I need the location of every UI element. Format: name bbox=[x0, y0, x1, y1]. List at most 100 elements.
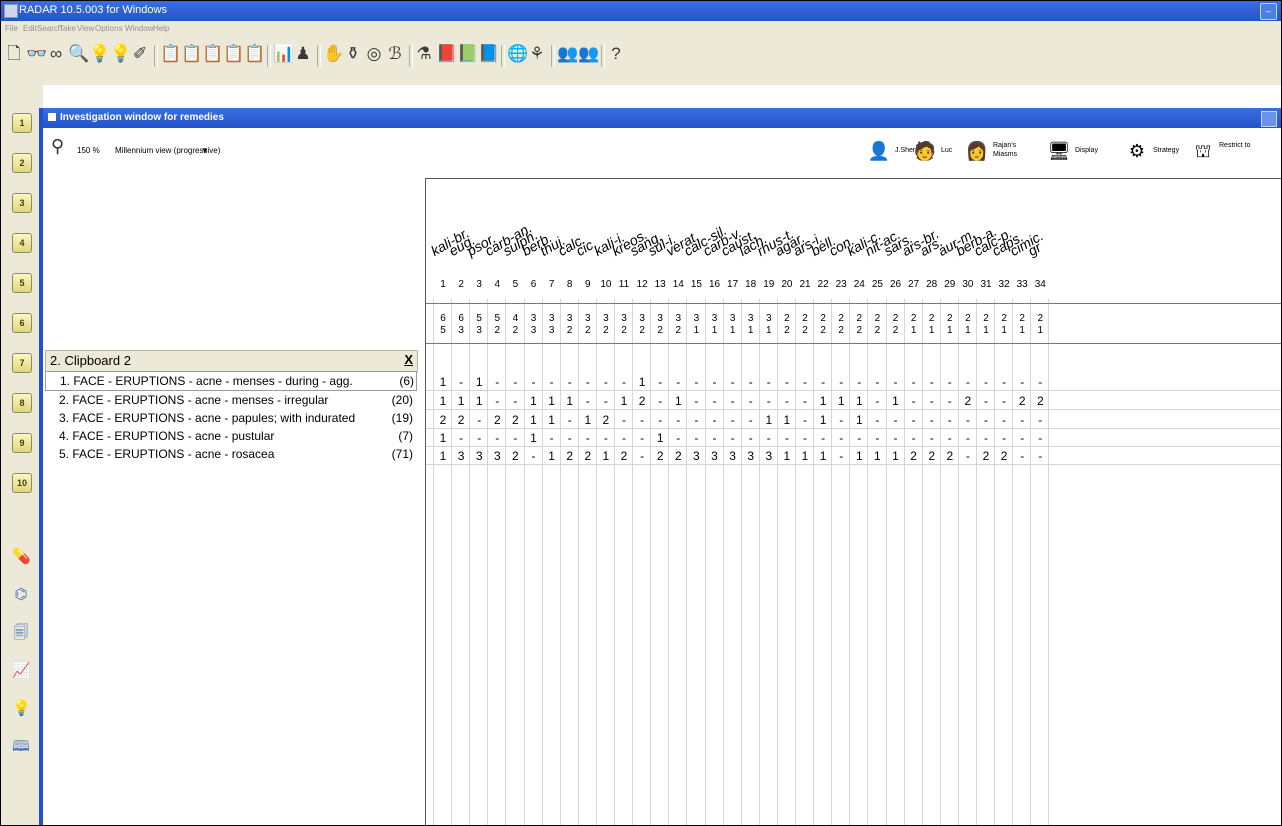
grade-cell[interactable]: - bbox=[597, 394, 615, 408]
grade-cell[interactable]: 3 bbox=[687, 449, 705, 463]
globe-icon[interactable]: 🌐 bbox=[507, 43, 528, 65]
rubric-row[interactable]: 4. FACE - ERUPTIONS - acne - pustular (7) bbox=[45, 427, 415, 445]
sidebar-button-7[interactable]: 7 bbox=[12, 353, 32, 373]
grade-cell[interactable]: 1 bbox=[561, 394, 579, 408]
pill-icon[interactable]: 💊 bbox=[12, 547, 31, 567]
book-2-icon[interactable]: 📗 bbox=[457, 43, 478, 65]
grade-cell[interactable]: - bbox=[995, 431, 1013, 445]
grade-cell[interactable]: 3 bbox=[742, 449, 760, 463]
clipboard-3-icon[interactable]: 📋 bbox=[202, 43, 223, 65]
rubric-row[interactable]: 5. FACE - ERUPTIONS - acne - rosacea (71) bbox=[45, 445, 415, 463]
grade-cell[interactable]: 2 bbox=[633, 394, 651, 408]
rubric-row[interactable]: 3. FACE - ERUPTIONS - acne - papules; wi… bbox=[45, 409, 415, 427]
zoom-magnifier-icon[interactable]: ⚲ bbox=[51, 136, 71, 160]
clipboard-1-icon[interactable]: 📋 bbox=[160, 43, 181, 65]
grade-cell[interactable]: - bbox=[1013, 375, 1031, 389]
grade-cell[interactable]: - bbox=[687, 431, 705, 445]
grade-cell[interactable]: 1 bbox=[452, 394, 470, 408]
grade-cell[interactable]: - bbox=[488, 394, 506, 408]
grade-cell[interactable]: 2 bbox=[977, 449, 995, 463]
grade-cell[interactable]: 1 bbox=[814, 449, 832, 463]
grade-cell[interactable]: - bbox=[760, 431, 778, 445]
clipboard-4-icon[interactable]: 📋 bbox=[223, 43, 244, 65]
grade-cell[interactable]: - bbox=[706, 431, 724, 445]
grade-cell[interactable]: - bbox=[724, 394, 742, 408]
grade-cell[interactable]: - bbox=[687, 394, 705, 408]
grade-cell[interactable]: - bbox=[760, 394, 778, 408]
grade-cell[interactable]: 1 bbox=[597, 449, 615, 463]
grade-cell[interactable]: - bbox=[778, 394, 796, 408]
grade-cell[interactable]: 2 bbox=[579, 449, 597, 463]
grade-cell[interactable]: - bbox=[651, 375, 669, 389]
menu-edit[interactable]: Edit bbox=[23, 24, 37, 33]
chevron-down-icon[interactable]: ▼ bbox=[201, 146, 209, 155]
grade-cell[interactable]: 1 bbox=[778, 449, 796, 463]
grade-cell[interactable]: - bbox=[1031, 431, 1049, 445]
clipboard-header[interactable]: 2. Clipboard 2 X bbox=[45, 350, 418, 372]
bar-chart-icon[interactable]: 📊 bbox=[273, 43, 294, 65]
sidebar-button-6[interactable]: 6 bbox=[12, 313, 32, 333]
grade-cell[interactable]: - bbox=[1013, 413, 1031, 427]
grade-cell[interactable]: 2 bbox=[452, 413, 470, 427]
flask-icon[interactable]: ⚗ bbox=[415, 43, 433, 65]
grade-cell[interactable]: - bbox=[452, 375, 470, 389]
grade-cell[interactable]: - bbox=[724, 431, 742, 445]
sidebar-button-2[interactable]: 2 bbox=[12, 153, 32, 173]
people-2-icon[interactable]: 👥 bbox=[578, 43, 599, 65]
grade-cell[interactable]: - bbox=[1013, 431, 1031, 445]
menu-view[interactable]: View bbox=[77, 24, 94, 33]
grade-cell[interactable]: 3 bbox=[724, 449, 742, 463]
grade-cell[interactable]: 3 bbox=[452, 449, 470, 463]
grade-cell[interactable]: - bbox=[724, 375, 742, 389]
sidebar-button-1[interactable]: 1 bbox=[12, 113, 32, 133]
title-bar[interactable]: RADAR 10.5.003 for Windows – bbox=[1, 1, 1281, 21]
grade-cell[interactable]: - bbox=[742, 413, 760, 427]
grade-cell[interactable]: - bbox=[796, 375, 814, 389]
grade-cell[interactable]: - bbox=[706, 394, 724, 408]
grade-cell[interactable]: - bbox=[905, 394, 923, 408]
grade-cell[interactable]: - bbox=[868, 431, 886, 445]
minimize-button[interactable]: – bbox=[1260, 3, 1277, 20]
grade-cell[interactable]: - bbox=[669, 413, 687, 427]
book-3-icon[interactable]: 📘 bbox=[478, 43, 499, 65]
grade-cell[interactable]: 2 bbox=[1031, 394, 1049, 408]
grade-cell[interactable]: - bbox=[687, 375, 705, 389]
grade-cell[interactable]: - bbox=[706, 413, 724, 427]
grade-cell[interactable]: - bbox=[615, 431, 633, 445]
zoom-level[interactable]: 150 % bbox=[77, 146, 100, 155]
grade-cell[interactable]: 1 bbox=[525, 431, 543, 445]
grade-cell[interactable]: - bbox=[506, 394, 524, 408]
people-icon[interactable]: 👥 bbox=[557, 43, 578, 65]
close-clipboard-button[interactable]: X bbox=[404, 352, 413, 367]
magnifier-icon[interactable]: 🔍 bbox=[68, 43, 89, 65]
grade-cell[interactable]: 1 bbox=[850, 449, 868, 463]
bulb-icon[interactable]: 💡 bbox=[89, 43, 110, 65]
grade-cell[interactable]: - bbox=[687, 413, 705, 427]
grade-cell[interactable]: - bbox=[452, 431, 470, 445]
grade-cell[interactable]: - bbox=[1031, 375, 1049, 389]
wand-icon[interactable]: ✐ bbox=[131, 43, 149, 65]
glasses-icon[interactable]: ∞ bbox=[47, 43, 65, 65]
grade-cell[interactable]: - bbox=[796, 394, 814, 408]
sidebar-button-10[interactable]: 10 bbox=[12, 473, 32, 493]
grade-cell[interactable]: - bbox=[995, 375, 1013, 389]
grade-cell[interactable]: - bbox=[724, 413, 742, 427]
grade-cell[interactable]: 1 bbox=[868, 449, 886, 463]
grade-cell[interactable]: 1 bbox=[887, 449, 905, 463]
grade-cell[interactable]: - bbox=[941, 375, 959, 389]
grade-cell[interactable]: 1 bbox=[434, 394, 452, 408]
grade-cell[interactable]: - bbox=[941, 413, 959, 427]
help-icon[interactable]: ? bbox=[607, 43, 625, 65]
grade-cell[interactable]: - bbox=[832, 431, 850, 445]
grade-cell[interactable]: - bbox=[525, 449, 543, 463]
grade-cell[interactable]: - bbox=[905, 431, 923, 445]
grade-cell[interactable]: - bbox=[669, 431, 687, 445]
grade-cell[interactable]: - bbox=[561, 413, 579, 427]
grade-cell[interactable]: - bbox=[742, 431, 760, 445]
grade-cell[interactable]: 1 bbox=[543, 413, 561, 427]
grade-cell[interactable]: - bbox=[742, 394, 760, 408]
grade-cell[interactable]: - bbox=[868, 375, 886, 389]
menu-window[interactable]: Window bbox=[125, 24, 153, 33]
rubric-row[interactable]: 2. FACE - ERUPTIONS - acne - menses - ir… bbox=[45, 391, 415, 409]
grade-cell[interactable]: 1 bbox=[633, 375, 651, 389]
